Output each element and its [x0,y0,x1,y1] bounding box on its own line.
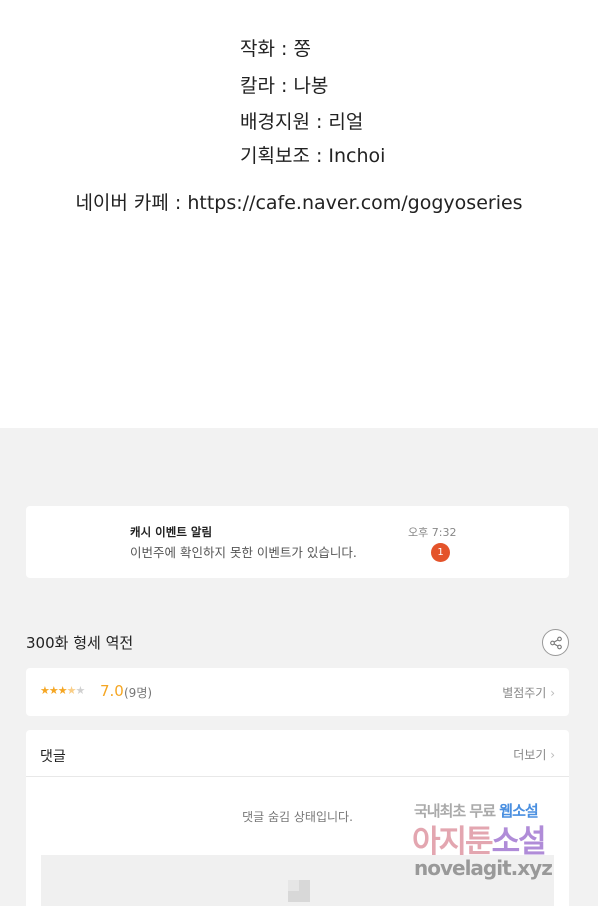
more-label: 더보기 [513,748,547,762]
chevron-right-icon: › [550,748,555,762]
chevron-right-icon: › [550,686,555,700]
image-placeholder-icon [288,880,310,902]
rating-bar: ★★★★★ 7.0 (9명) 별점주기 › [26,668,569,716]
rating-stars: ★★★★★ [40,684,85,697]
divider [26,776,569,777]
rating-count: (9명) [124,686,153,700]
share-icon [550,636,562,650]
credits-panel: 작화 : 쫑 칼라 : 나봉 배경지원 : 리얼 기획보조 : Inchoi 네… [0,0,598,428]
credit-planning: 기획보조 : Inchoi [240,145,386,167]
episode-title: 300화 형세 역전 [26,634,134,652]
rate-label: 별점주기 [502,686,547,700]
watermark: 국내최초 무료 웹소설 아지툰소설 novelagit.xyz [410,798,580,888]
credit-color: 칼라 : 나봉 [240,75,329,97]
notice-time: 오후 7:32 [408,526,457,539]
watermark-logo: 아지툰소설 [412,824,547,860]
credit-art: 작화 : 쫑 [240,38,311,60]
watermark-url: novelagit.xyz [414,856,553,880]
rate-button[interactable]: 별점주기 › [502,684,555,701]
notice-badge: 1 [431,543,450,562]
rating-score: 7.0 [100,682,124,700]
cafe-link: 네이버 카페 : https://cafe.naver.com/gogyoser… [75,192,523,214]
comments-title: 댓글 [40,749,66,765]
credit-background: 배경지원 : 리얼 [240,111,364,133]
comments-more-button[interactable]: 더보기 › [513,746,555,763]
share-button[interactable] [542,629,569,656]
notice-message: 이번주에 확인하지 못한 이벤트가 있습니다. [130,545,357,560]
notice-title: 캐시 이벤트 알림 [130,525,213,539]
event-notice[interactable]: 캐시 이벤트 알림 이번주에 확인하지 못한 이벤트가 있습니다. 오후 7:3… [26,506,569,578]
